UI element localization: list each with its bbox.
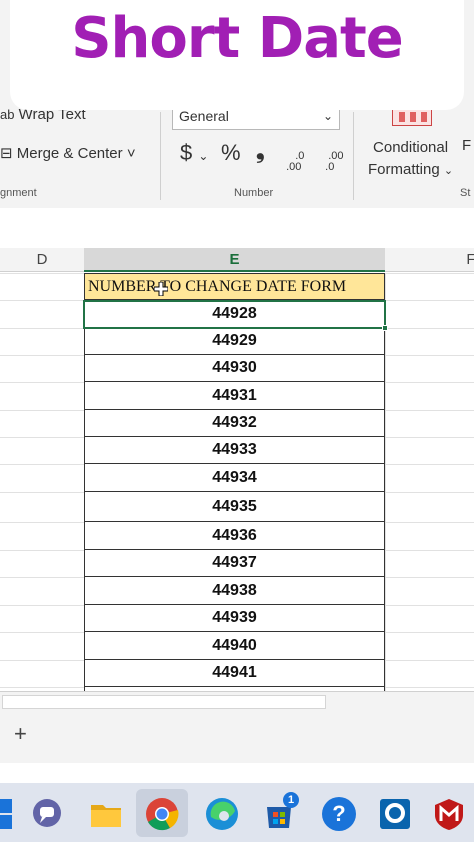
spreadsheet-grid[interactable]: NUMBER TO CHANGE DATE FORM 44928 44929 449… bbox=[0, 273, 474, 691]
conditional-formatting-button[interactable]: Conditional Formatting ⌄ bbox=[368, 137, 453, 182]
increase-decimal-icon: .0 .00 bbox=[286, 150, 305, 173]
merge-center-button[interactable]: ⊟ Merge & Center ˅ bbox=[0, 144, 136, 162]
column-header-e[interactable]: E bbox=[84, 248, 385, 272]
number-group-label: Number bbox=[234, 187, 274, 199]
dollar-icon: $ bbox=[180, 140, 193, 165]
table-row[interactable]: 44939 bbox=[84, 605, 385, 632]
file-explorer-icon[interactable] bbox=[89, 797, 123, 831]
table-row[interactable]: 44933 bbox=[84, 437, 385, 464]
chevron-down-icon: ⌄ bbox=[198, 149, 209, 163]
cell-cursor-icon bbox=[154, 282, 168, 296]
column-header-row: D E F bbox=[0, 248, 474, 272]
header-cell[interactable]: NUMBER TO CHANGE DATE FORM bbox=[84, 273, 385, 300]
column-header-d[interactable]: D bbox=[0, 248, 84, 272]
mcafee-icon[interactable] bbox=[432, 797, 466, 831]
edge-icon[interactable] bbox=[205, 797, 239, 831]
styles-group-label: St bbox=[460, 187, 471, 199]
table-row[interactable]: 44936 bbox=[84, 522, 385, 550]
notification-badge: 1 bbox=[283, 792, 299, 808]
decrease-decimal-icon: .00 .0 bbox=[325, 150, 344, 173]
column-gridline bbox=[385, 273, 386, 691]
help-icon[interactable]: ? bbox=[322, 797, 356, 831]
wrap-text-icon: ab bbox=[0, 107, 15, 122]
outlook-icon[interactable] bbox=[378, 797, 412, 831]
banner-title: Short Date bbox=[71, 6, 404, 71]
ribbon: ab Wrap Text ⊟ Merge & Center ˅ gnment G… bbox=[0, 0, 474, 208]
ribbon-separator bbox=[353, 112, 354, 200]
conditional-formatting-icon bbox=[392, 108, 432, 126]
percent-style-button[interactable]: % bbox=[221, 140, 241, 166]
conditional-formatting-label: Conditional bbox=[373, 139, 449, 156]
comma-icon: ❟ bbox=[256, 138, 265, 163]
add-sheet-button[interactable]: + bbox=[14, 721, 27, 747]
formula-bar-area bbox=[0, 208, 474, 248]
comma-style-button[interactable]: ❟ bbox=[256, 138, 265, 164]
number-format-value: General bbox=[179, 108, 229, 124]
title-banner: Short Date bbox=[10, 0, 464, 110]
accounting-format-button[interactable]: $ ⌄ bbox=[180, 140, 208, 166]
table-row[interactable]: 44929 bbox=[84, 328, 385, 355]
table-row[interactable]: 44938 bbox=[84, 577, 385, 605]
conditional-formatting-label: Formatting bbox=[368, 161, 440, 178]
table-row[interactable]: 44930 bbox=[84, 355, 385, 382]
table-row[interactable]: 44940 bbox=[84, 632, 385, 660]
chevron-down-icon[interactable]: ˅ bbox=[127, 145, 136, 162]
format-as-table-partial[interactable]: F bbox=[462, 137, 471, 154]
table-row[interactable]: 44935 bbox=[84, 492, 385, 522]
column-header-f[interactable]: F bbox=[386, 248, 474, 272]
chevron-down-icon: ⌄ bbox=[322, 109, 333, 123]
chrome-icon[interactable] bbox=[145, 797, 179, 831]
increase-decimal-button[interactable]: .0 .00 bbox=[283, 140, 304, 184]
table-row[interactable]: 44931 bbox=[84, 382, 385, 410]
chevron-down-icon: ⌄ bbox=[443, 165, 454, 177]
horizontal-scrollbar[interactable] bbox=[0, 691, 474, 711]
percent-icon: % bbox=[221, 140, 241, 165]
merge-center-label: Merge & Center bbox=[16, 145, 123, 162]
scrollbar-thumb[interactable] bbox=[2, 695, 326, 709]
table-row[interactable]: 44937 bbox=[84, 550, 385, 577]
alignment-group-label: gnment bbox=[0, 187, 37, 199]
taskbar: 1 ? bbox=[0, 783, 474, 842]
windows-start-icon[interactable] bbox=[0, 797, 14, 831]
teams-chat-icon[interactable] bbox=[30, 797, 64, 831]
fill-handle[interactable] bbox=[382, 325, 388, 331]
table-row[interactable]: 44941 bbox=[84, 660, 385, 687]
merge-center-icon: ⊟ bbox=[0, 145, 13, 162]
taskbar-gap bbox=[0, 763, 474, 783]
table-row[interactable]: 44934 bbox=[84, 464, 385, 492]
table-row[interactable]: 44928 bbox=[84, 300, 385, 328]
ribbon-separator bbox=[160, 112, 161, 200]
sheet-tabs-bar: + bbox=[0, 711, 474, 763]
decrease-decimal-button[interactable]: .00 .0 bbox=[316, 140, 344, 184]
table-row[interactable]: 44932 bbox=[84, 410, 385, 437]
